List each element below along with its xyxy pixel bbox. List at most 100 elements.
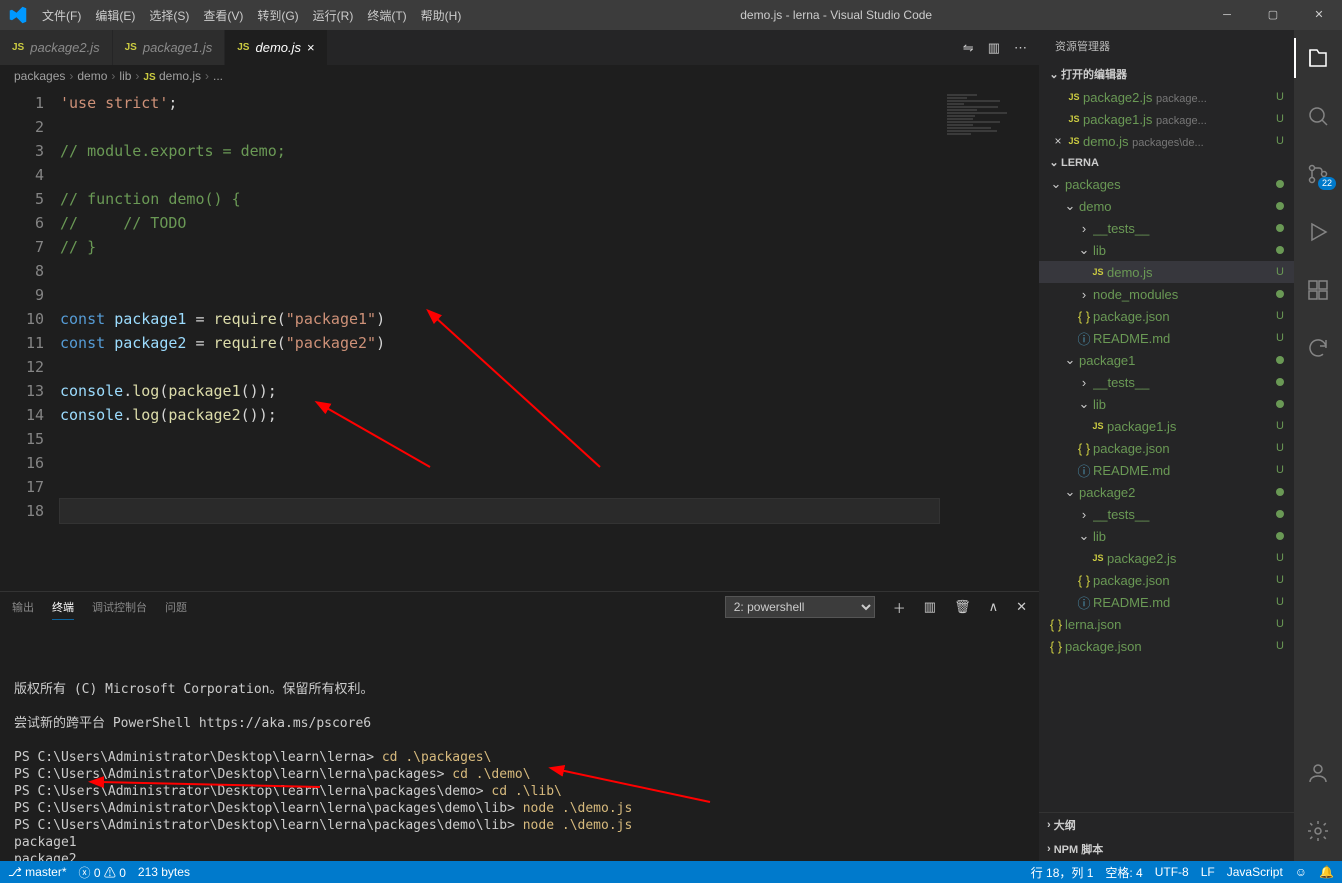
- code-line[interactable]: [60, 283, 939, 307]
- account-icon[interactable]: [1294, 753, 1342, 793]
- panel-tab[interactable]: 终端: [52, 595, 74, 620]
- explorer-icon[interactable]: [1294, 38, 1342, 78]
- problems-status[interactable]: ⓧ 0 ⚠ 0: [79, 864, 126, 881]
- tree-item[interactable]: ⓘREADME.mdU: [1039, 327, 1294, 349]
- eol[interactable]: LF: [1201, 865, 1215, 879]
- outline-section[interactable]: › 大纲: [1039, 813, 1294, 837]
- encoding[interactable]: UTF-8: [1155, 865, 1189, 879]
- tree-item[interactable]: ⓘREADME.mdU: [1039, 591, 1294, 613]
- extensions-icon[interactable]: [1294, 270, 1342, 310]
- panel-tab[interactable]: 问题: [165, 595, 187, 619]
- code-line[interactable]: [60, 355, 939, 379]
- refresh-icon[interactable]: [1294, 328, 1342, 368]
- tree-item[interactable]: ⌄lib: [1039, 239, 1294, 261]
- cursor-position[interactable]: 行 18，列 1: [1031, 864, 1094, 881]
- split-editor-icon[interactable]: ▥: [988, 40, 1000, 56]
- menu-item[interactable]: 选择(S): [142, 7, 196, 24]
- minimize-button[interactable]: ─: [1204, 0, 1250, 30]
- code-line[interactable]: [60, 259, 939, 283]
- panel-tab[interactable]: 调试控制台: [92, 595, 147, 619]
- compare-icon[interactable]: ⇋: [963, 40, 974, 56]
- tree-item[interactable]: ›__tests__: [1039, 503, 1294, 525]
- workspace-root[interactable]: ⌄LERNA: [1039, 152, 1294, 173]
- close-tab-icon[interactable]: ×: [307, 40, 315, 55]
- menu-item[interactable]: 转到(G): [250, 7, 305, 24]
- breadcrumb-item[interactable]: JS demo.js: [143, 69, 201, 83]
- code-line[interactable]: console.log(package1());: [60, 379, 939, 403]
- tree-item[interactable]: ⌄lib: [1039, 525, 1294, 547]
- tree-item[interactable]: ⌄demo: [1039, 195, 1294, 217]
- open-editor-item[interactable]: JSpackage2.js package...U: [1039, 86, 1294, 108]
- breadcrumb-item[interactable]: packages: [14, 69, 65, 83]
- npm-scripts-section[interactable]: › NPM 脚本: [1039, 837, 1294, 861]
- tree-item[interactable]: { }package.jsonU: [1039, 305, 1294, 327]
- language-mode[interactable]: JavaScript: [1227, 865, 1283, 879]
- code-line[interactable]: const package2 = require("package2"): [60, 331, 939, 355]
- feedback-icon[interactable]: ☺: [1295, 865, 1307, 879]
- tree-item[interactable]: ⌄package1: [1039, 349, 1294, 371]
- menu-item[interactable]: 帮助(H): [414, 7, 469, 24]
- open-editor-item[interactable]: JSpackage1.js package...U: [1039, 108, 1294, 130]
- search-icon[interactable]: [1294, 96, 1342, 136]
- menu-item[interactable]: 编辑(E): [88, 7, 142, 24]
- menu-item[interactable]: 终端(T): [360, 7, 413, 24]
- tree-item[interactable]: JSpackage1.jsU: [1039, 415, 1294, 437]
- breadcrumb-item[interactable]: ...: [213, 69, 223, 83]
- close-icon[interactable]: ×: [1051, 134, 1065, 148]
- tree-item[interactable]: JSdemo.jsU: [1039, 261, 1294, 283]
- code-line[interactable]: [60, 115, 939, 139]
- settings-icon[interactable]: [1294, 811, 1342, 851]
- tree-item[interactable]: ⓘREADME.mdU: [1039, 459, 1294, 481]
- tree-item[interactable]: ⌄packages: [1039, 173, 1294, 195]
- code-line[interactable]: [60, 451, 939, 475]
- notifications-icon[interactable]: 🔔: [1319, 865, 1334, 879]
- split-terminal-icon[interactable]: ▥: [924, 599, 936, 615]
- panel-up-icon[interactable]: ∧: [989, 599, 999, 615]
- breadcrumb-item[interactable]: lib: [119, 69, 131, 83]
- menu-item[interactable]: 文件(F): [35, 7, 88, 24]
- tree-item[interactable]: { }package.jsonU: [1039, 569, 1294, 591]
- tree-item[interactable]: { }package.jsonU: [1039, 437, 1294, 459]
- maximize-button[interactable]: ▢: [1250, 0, 1296, 30]
- open-editor-item[interactable]: ×JSdemo.js packages\de...U: [1039, 130, 1294, 152]
- panel-tab[interactable]: 输出: [12, 595, 34, 619]
- tree-item[interactable]: ⌄lib: [1039, 393, 1294, 415]
- code-line[interactable]: [60, 499, 939, 523]
- tree-item[interactable]: JSpackage2.jsU: [1039, 547, 1294, 569]
- indentation[interactable]: 空格: 4: [1105, 864, 1142, 881]
- editor-tab[interactable]: JSpackage2.js: [0, 30, 113, 65]
- code-line[interactable]: // }: [60, 235, 939, 259]
- close-panel-icon[interactable]: ✕: [1016, 599, 1027, 615]
- tree-item[interactable]: ›node_modules: [1039, 283, 1294, 305]
- tree-item[interactable]: ›__tests__: [1039, 217, 1294, 239]
- code-line[interactable]: [60, 427, 939, 451]
- code-line[interactable]: // // TODO: [60, 211, 939, 235]
- tree-item[interactable]: ⌄package2: [1039, 481, 1294, 503]
- menu-item[interactable]: 查看(V): [196, 7, 250, 24]
- new-terminal-icon[interactable]: ＋: [893, 598, 906, 617]
- code-line[interactable]: [60, 475, 939, 499]
- editor-tab[interactable]: JSdemo.js×: [225, 30, 327, 65]
- code-line[interactable]: // module.exports = demo;: [60, 139, 939, 163]
- close-button[interactable]: ✕: [1296, 0, 1342, 30]
- branch-status[interactable]: ⎇ master*: [8, 865, 67, 879]
- tree-item[interactable]: ›__tests__: [1039, 371, 1294, 393]
- source-control-icon[interactable]: 22: [1294, 154, 1342, 194]
- kill-terminal-icon[interactable]: 🗑: [954, 599, 971, 615]
- open-editors-section[interactable]: ⌄打开的编辑器: [1039, 62, 1294, 86]
- tree-item[interactable]: { }lerna.jsonU: [1039, 613, 1294, 635]
- more-icon[interactable]: ⋯: [1014, 40, 1027, 56]
- code-line[interactable]: 'use strict';: [60, 91, 939, 115]
- breadcrumbs[interactable]: packages›demo›lib›JS demo.js›...: [0, 65, 1039, 87]
- code-line[interactable]: [60, 163, 939, 187]
- code-editor[interactable]: 'use strict'; // module.exports = demo; …: [60, 87, 939, 591]
- minimap[interactable]: [939, 87, 1039, 591]
- run-debug-icon[interactable]: [1294, 212, 1342, 252]
- tree-item[interactable]: { }package.jsonU: [1039, 635, 1294, 657]
- terminal[interactable]: 版权所有 (C) Microsoft Corporation。保留所有权利。 尝…: [0, 622, 1039, 861]
- editor-tab[interactable]: JSpackage1.js: [113, 30, 226, 65]
- breadcrumb-item[interactable]: demo: [77, 69, 107, 83]
- code-line[interactable]: // function demo() {: [60, 187, 939, 211]
- code-line[interactable]: console.log(package2());: [60, 403, 939, 427]
- terminal-selector[interactable]: 2: powershell: [725, 596, 875, 618]
